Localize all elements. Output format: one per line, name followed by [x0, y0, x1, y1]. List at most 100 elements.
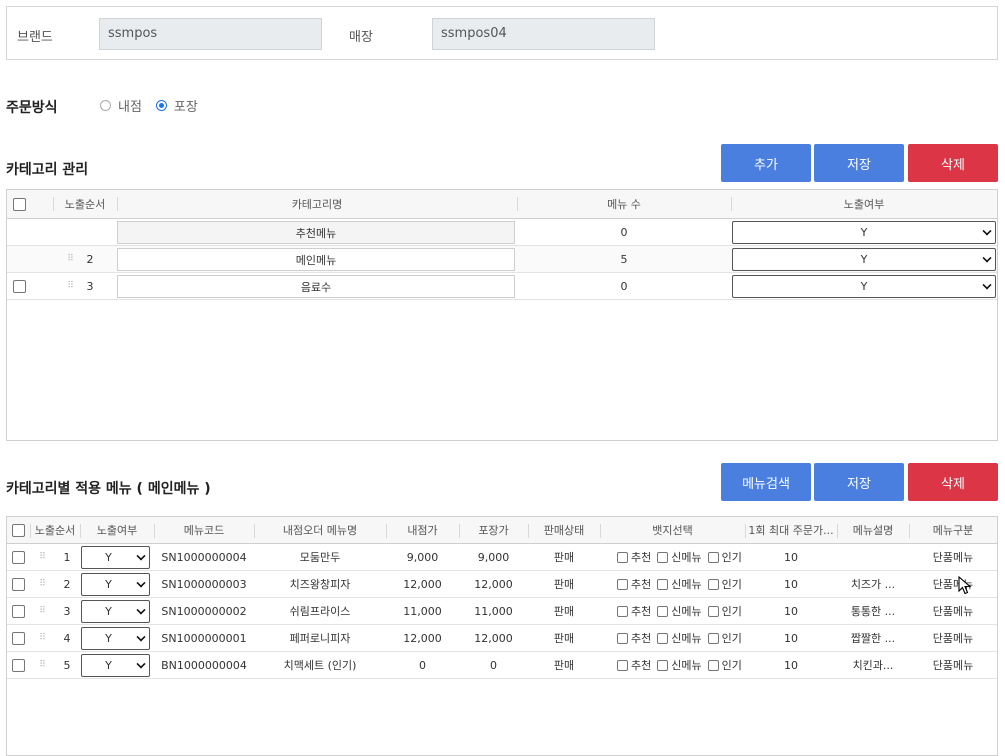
drag-handle-icon[interactable]: ⠿ [67, 254, 74, 264]
category-add-button[interactable]: 추가 [721, 144, 811, 182]
order-method-title: 주문방식 [6, 100, 58, 116]
category-row[interactable]: ⠿ 2 메인메뉴 5 Y [7, 246, 997, 273]
visible-select[interactable]: Y [732, 248, 996, 271]
visible-select[interactable]: Y [81, 546, 150, 569]
drag-handle-icon[interactable]: ⠿ [67, 281, 74, 291]
menu-row[interactable]: ⠿ 2 Y SN1000000003 치즈왕창피자 12,000 12,000 판매 추천 신메뉴… [7, 571, 997, 598]
drag-handle-icon[interactable]: ⠿ [39, 552, 46, 562]
menu-row[interactable]: ⠿ 4 Y SN1000000001 페퍼로니피자 12,000 12,000 판매 추천 신메뉴… [7, 625, 997, 652]
menu-row[interactable]: ⠿ 5 Y BN1000000004 치맥세트 (인기) 0 0 판매 추천 신메뉴 인기 10 치킨과… [7, 652, 997, 679]
row-checkbox-icon[interactable] [11, 658, 25, 672]
visible-select[interactable]: Y [81, 573, 150, 596]
menu-type: 단품메뉴 [932, 605, 974, 618]
col-takeout-price: 포장가 [478, 524, 509, 537]
badge-recommend-checkbox-icon[interactable] [617, 578, 628, 590]
visible-select[interactable]: Y [81, 654, 150, 677]
select-all-checkbox-icon[interactable] [11, 523, 25, 537]
menu-type: 단품메뉴 [932, 632, 974, 645]
category-row[interactable]: ⠿ 3 음료수 0 Y [7, 273, 997, 300]
row-checkbox-icon[interactable] [11, 550, 25, 564]
chevron-down-icon [136, 659, 146, 669]
sale-status: 판매 [553, 659, 575, 672]
badge-label: 추천 [631, 632, 652, 645]
visible-select[interactable]: Y [81, 627, 150, 650]
badge-recommend-checkbox-icon[interactable] [617, 551, 628, 563]
badge-recommend-checkbox-icon[interactable] [617, 632, 628, 644]
row-checkbox-icon[interactable] [11, 604, 25, 618]
sale-status: 판매 [553, 578, 575, 591]
category-name-input[interactable]: 메인메뉴 [117, 248, 515, 271]
category-delete-button[interactable]: 삭제 [908, 144, 998, 182]
badge-recommend-checkbox-icon[interactable] [617, 659, 628, 671]
dine-price: 0 [419, 658, 426, 672]
badge-label: 인기 [721, 659, 742, 672]
dine-price: 11,000 [403, 604, 442, 618]
badge-label: 신메뉴 [671, 659, 702, 672]
menu-name: 쉬림프라이스 [289, 605, 351, 618]
menu-search-button[interactable]: 메뉴검색 [721, 463, 811, 501]
menu-count: 5 [620, 252, 628, 266]
visible-select[interactable]: Y [81, 600, 150, 623]
badge-label: 인기 [721, 632, 742, 645]
category-section-title: 카테고리 관리 [6, 162, 89, 178]
menu-name: 모둠만두 [299, 551, 341, 564]
drag-handle-icon[interactable]: ⠿ [39, 579, 46, 589]
category-name-input[interactable]: 음료수 [117, 275, 515, 298]
menu-type: 단품메뉴 [932, 659, 974, 672]
radio-dine-in-label: 내점 [118, 100, 142, 115]
category-save-button[interactable]: 저장 [814, 144, 904, 182]
row-checkbox-icon[interactable] [11, 577, 25, 591]
menu-row[interactable]: ⠿ 1 Y SN1000000004 모둠만두 9,000 9,000 판매 추천 신메뉴 인기 10… [7, 544, 997, 571]
row-order: 5 [63, 658, 71, 672]
badge-new-checkbox-icon[interactable] [657, 605, 669, 617]
badge-popular-checkbox-icon[interactable] [707, 605, 719, 617]
badge-popular-checkbox-icon[interactable] [707, 632, 719, 644]
select-all-checkbox-icon[interactable] [12, 197, 26, 211]
col-menu-type: 메뉴구분 [932, 524, 974, 537]
badge-new-checkbox-icon[interactable] [657, 551, 669, 563]
badge-label: 추천 [631, 578, 652, 591]
category-name-input[interactable]: 추천메뉴 [117, 221, 515, 244]
badge-popular-checkbox-icon[interactable] [707, 578, 719, 590]
radio-dine-in[interactable] [100, 100, 111, 111]
badge-new-checkbox-icon[interactable] [657, 632, 669, 644]
mouse-cursor-icon [958, 576, 972, 595]
menu-desc [837, 544, 909, 570]
menu-desc: 치킨과... [852, 659, 894, 672]
row-order: 3 [63, 604, 71, 618]
col-visible: 노출여부 [843, 198, 885, 211]
menu-desc: 치즈가 ... [850, 578, 896, 591]
badge-popular-checkbox-icon[interactable] [707, 551, 719, 563]
category-grid-header: 노출순서 카테고리명 메뉴 수 노출여부 [7, 190, 997, 219]
visible-select[interactable]: Y [732, 221, 996, 244]
row-checkbox-icon[interactable] [12, 279, 26, 293]
drag-handle-icon[interactable]: ⠿ [39, 660, 46, 670]
visible-select[interactable]: Y [732, 275, 996, 298]
menu-delete-button[interactable]: 삭제 [908, 463, 998, 501]
col-order: 노출순서 [64, 198, 106, 211]
menu-desc: 통통한 ... [850, 605, 896, 618]
badge-popular-checkbox-icon[interactable] [707, 659, 719, 671]
drag-handle-icon[interactable]: ⠿ [39, 606, 46, 616]
menu-save-button[interactable]: 저장 [814, 463, 904, 501]
row-checkbox-icon[interactable] [11, 631, 25, 645]
radio-takeout[interactable] [155, 100, 167, 111]
badge-new-checkbox-icon[interactable] [657, 659, 669, 671]
category-row[interactable]: 추천메뉴 0 Y [7, 219, 997, 246]
col-category-name: 카테고리명 [291, 198, 343, 211]
menu-row[interactable]: ⠿ 3 Y SN1000000002 쉬림프라이스 11,000 11,000 판매 추천 신메뉴… [7, 598, 997, 625]
menu-desc: 짭짤한 ... [850, 632, 896, 645]
takeout-price: 12,000 [474, 631, 513, 645]
menu-name: 치즈왕창피자 [289, 578, 351, 591]
badge-recommend-checkbox-icon[interactable] [617, 605, 628, 617]
max-order-qty: 10 [784, 631, 798, 645]
chevron-down-icon [136, 632, 146, 642]
badge-label: 인기 [721, 605, 742, 618]
sale-status: 판매 [553, 605, 575, 618]
badge-label: 추천 [631, 605, 652, 618]
col-visible: 노출여부 [96, 524, 138, 537]
badge-label: 신메뉴 [671, 578, 702, 591]
col-badge: 뱃지선택 [652, 524, 693, 537]
badge-new-checkbox-icon[interactable] [657, 578, 669, 590]
drag-handle-icon[interactable]: ⠿ [39, 633, 46, 643]
